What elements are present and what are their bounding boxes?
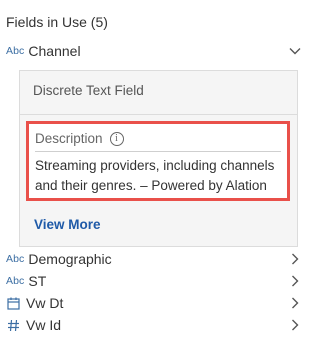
abc-text-icon: Abc [6,45,25,57]
chevron-right-icon[interactable] [288,294,302,312]
description-box: Description i Streaming providers, inclu… [26,121,290,201]
field-detail-card: Discrete Text Field Description i Stream… [19,70,298,247]
chevron-right-icon[interactable] [288,316,302,334]
chevron-right-icon[interactable] [288,250,302,268]
field-name: Channel [28,43,81,59]
field-row-vw-dt[interactable]: Vw Dt [6,292,306,314]
abc-text-icon: Abc [6,253,25,265]
hash-number-icon [6,319,20,332]
panel-title: Fields in Use (5) [6,14,108,30]
description-text: Streaming providers, including channels … [35,158,275,193]
description-label: Description [35,131,103,146]
chevron-right-icon[interactable] [288,272,302,290]
field-name: Vw Dt [26,295,64,311]
divider [35,151,281,152]
field-row-vw-id[interactable]: Vw Id [6,314,306,336]
field-row-channel[interactable]: Abc Channel [6,40,306,62]
calendar-icon [6,297,20,310]
field-name: Demographic [28,251,112,267]
divider [20,114,297,115]
field-row-st[interactable]: Abc ST [6,270,306,292]
field-name: ST [28,273,47,289]
abc-text-icon: Abc [6,275,25,287]
field-type-label: Discrete Text Field [33,83,144,98]
field-row-demographic[interactable]: Abc Demographic [6,248,306,270]
field-name: Vw Id [26,317,62,333]
info-icon[interactable]: i [109,131,124,146]
chevron-down-icon[interactable] [288,42,302,60]
description-header: Description i [35,131,124,146]
view-more-link[interactable]: View More [34,217,101,232]
